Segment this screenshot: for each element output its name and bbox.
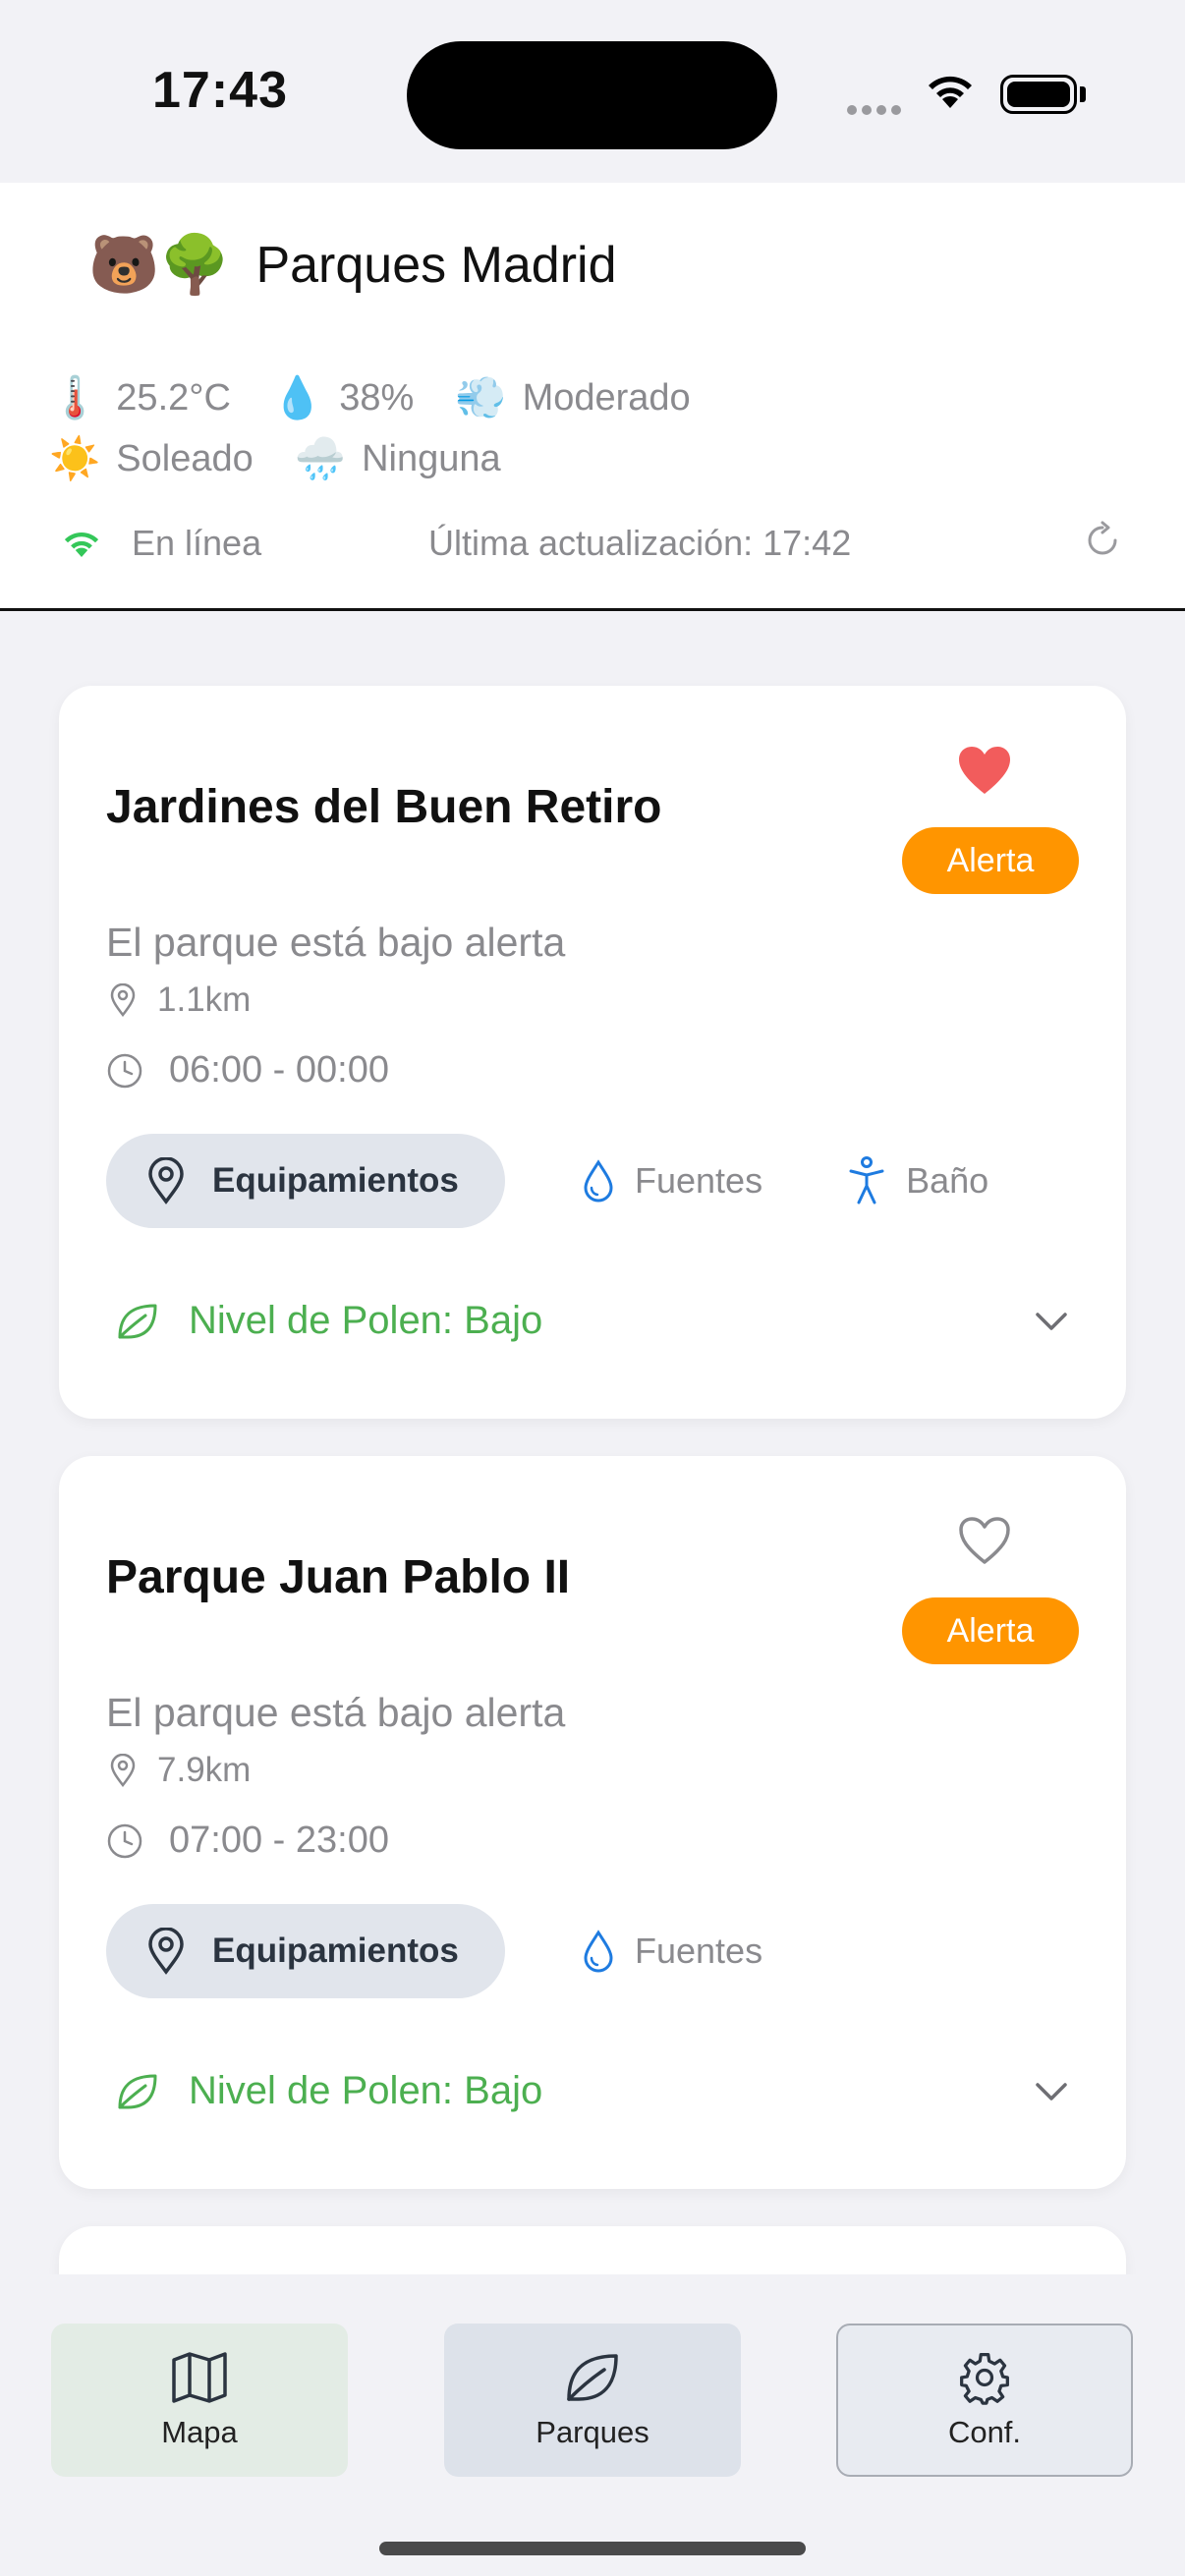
map-icon — [172, 2352, 227, 2403]
leaf-icon — [118, 2074, 157, 2108]
tab-label: Conf. — [947, 2415, 1022, 2449]
park-name: Jardines del Buen Retiro — [106, 781, 662, 833]
heart-filled-icon[interactable] — [957, 745, 1012, 801]
location-pin-icon — [110, 983, 136, 1017]
rain-value: Ninguna — [362, 437, 501, 479]
distance-value: 1.1km — [157, 980, 252, 1019]
heart-outline-icon[interactable] — [957, 1515, 1012, 1571]
rain-cloud-icon: 🌧️ — [294, 434, 347, 481]
equipment-label: Equipamientos — [212, 1932, 459, 1970]
amenity-label: Fuentes — [635, 1931, 763, 1971]
title-row: 🐻🌳 Parques Madrid — [88, 232, 617, 299]
hours-row: 07:00 - 23:00 — [106, 1820, 389, 1862]
amenities-row: Equipamientos Fuentes — [106, 1904, 762, 1998]
home-indicator[interactable] — [379, 2542, 806, 2555]
park-name: Parque Juan Pablo II — [106, 1551, 571, 1603]
park-status-text: El parque está bajo alerta — [106, 920, 566, 965]
location-pin-icon — [148, 1928, 184, 1975]
droplet-icon: 💧 — [271, 373, 324, 420]
chevron-down-icon[interactable] — [1034, 2081, 1069, 2102]
tab-settings[interactable]: Conf. — [836, 2324, 1133, 2477]
alert-badge: Alerta — [902, 1597, 1079, 1664]
amenity-fountains: Fuentes — [582, 1930, 762, 1973]
hours-value: 06:00 - 00:00 — [169, 1049, 389, 1091]
pollen-row[interactable]: Nivel de Polen: Bajo — [106, 2069, 1089, 2113]
park-status-text: El parque está bajo alerta — [106, 1690, 566, 1735]
wind-icon: 💨 — [455, 373, 507, 420]
leaf-icon — [567, 2354, 618, 2401]
sun-icon: ☀️ — [49, 434, 101, 481]
bear-tree-emoji: 🐻🌳 — [88, 233, 231, 297]
amenity-label: Fuentes — [635, 1160, 763, 1201]
wifi-status-icon — [924, 71, 977, 115]
park-card[interactable]: Jardines del Buen Retiro Alerta El parqu… — [59, 686, 1126, 1419]
status-bar: 17:43 — [0, 0, 1185, 183]
droplet-icon — [584, 1159, 613, 1203]
battery-tip — [1080, 86, 1086, 102]
pollen-row[interactable]: Nivel de Polen: Bajo — [106, 1299, 1089, 1343]
tab-label: Parques — [536, 2415, 649, 2449]
amenities-row: Equipamientos Fuentes Baño — [106, 1134, 988, 1228]
equipment-button[interactable]: Equipamientos — [106, 1904, 505, 1998]
equipment-label: Equipamientos — [212, 1161, 459, 1200]
parks-list[interactable]: Jardines del Buen Retiro Alerta El parqu… — [0, 611, 1185, 2274]
connection-status: En línea — [61, 523, 261, 564]
equipment-button[interactable]: Equipamientos — [106, 1134, 505, 1228]
tab-parks[interactable]: Parques — [444, 2324, 741, 2477]
distance-value: 7.9km — [157, 1751, 252, 1789]
dynamic-island — [407, 41, 777, 149]
amenity-restroom: Baño — [847, 1156, 988, 1205]
pollen-level: Nivel de Polen: Bajo — [189, 2069, 543, 2112]
sky-item: ☀️ Soleado — [49, 435, 254, 483]
accessibility-icon — [849, 1156, 884, 1204]
wind-value: Moderado — [522, 376, 691, 419]
rain-item: 🌧️ Ninguna — [295, 435, 501, 483]
humidity-value: 38% — [339, 376, 415, 419]
weather-row-2: ☀️ Soleado 🌧️ Ninguna — [49, 428, 732, 489]
humidity-item: 💧 38% — [272, 374, 414, 422]
location-pin-icon — [148, 1157, 184, 1204]
pollen-level: Nivel de Polen: Bajo — [189, 1299, 543, 1342]
park-card[interactable] — [59, 2226, 1126, 2274]
temperature-item: 🌡️ 25.2°C — [49, 374, 231, 422]
battery-icon — [1000, 75, 1077, 114]
connection-label: En línea — [132, 523, 262, 563]
wind-item: 💨 Moderado — [455, 374, 690, 422]
connection-row: En línea Última actualización: 17:42 — [61, 521, 1122, 572]
clock-icon — [107, 1823, 142, 1858]
amenity-fountains: Fuentes — [582, 1159, 762, 1203]
hours-value: 07:00 - 23:00 — [169, 1820, 389, 1861]
weather-summary: 🌡️ 25.2°C 💧 38% 💨 Moderado ☀️ Soleado 🌧️… — [49, 367, 732, 489]
status-time: 17:43 — [152, 62, 288, 119]
park-card[interactable]: Parque Juan Pablo II Alerta El parque es… — [59, 1456, 1126, 2189]
leaf-icon — [118, 1304, 157, 1338]
tab-label: Mapa — [161, 2415, 238, 2449]
tab-bar: Mapa Parques Conf. — [0, 2274, 1185, 2576]
wifi-icon — [64, 532, 99, 557]
tab-map[interactable]: Mapa — [51, 2324, 348, 2477]
page-title: Parques Madrid — [255, 237, 617, 294]
alert-badge: Alerta — [902, 827, 1079, 894]
hours-row: 06:00 - 00:00 — [106, 1049, 389, 1092]
gear-icon — [960, 2353, 1009, 2405]
chevron-down-icon[interactable] — [1034, 1311, 1069, 1332]
droplet-icon — [584, 1930, 613, 1973]
location-pin-icon — [110, 1754, 136, 1787]
last-update-text: Última actualización: 17:42 — [428, 523, 852, 563]
app-header: 🐻🌳 Parques Madrid 🌡️ 25.2°C 💧 38% 💨 Mode… — [0, 183, 1185, 611]
sky-value: Soleado — [116, 437, 254, 479]
weather-row-1: 🌡️ 25.2°C 💧 38% 💨 Moderado — [49, 367, 732, 428]
distance-row: 1.1km — [106, 980, 251, 1020]
temperature-value: 25.2°C — [116, 376, 231, 419]
clock-icon — [107, 1053, 142, 1088]
cellular-signal-icon — [847, 102, 906, 120]
refresh-icon[interactable] — [1083, 521, 1122, 569]
thermometer-icon: 🌡️ — [49, 373, 101, 420]
amenity-label: Baño — [906, 1160, 989, 1201]
distance-row: 7.9km — [106, 1751, 251, 1790]
